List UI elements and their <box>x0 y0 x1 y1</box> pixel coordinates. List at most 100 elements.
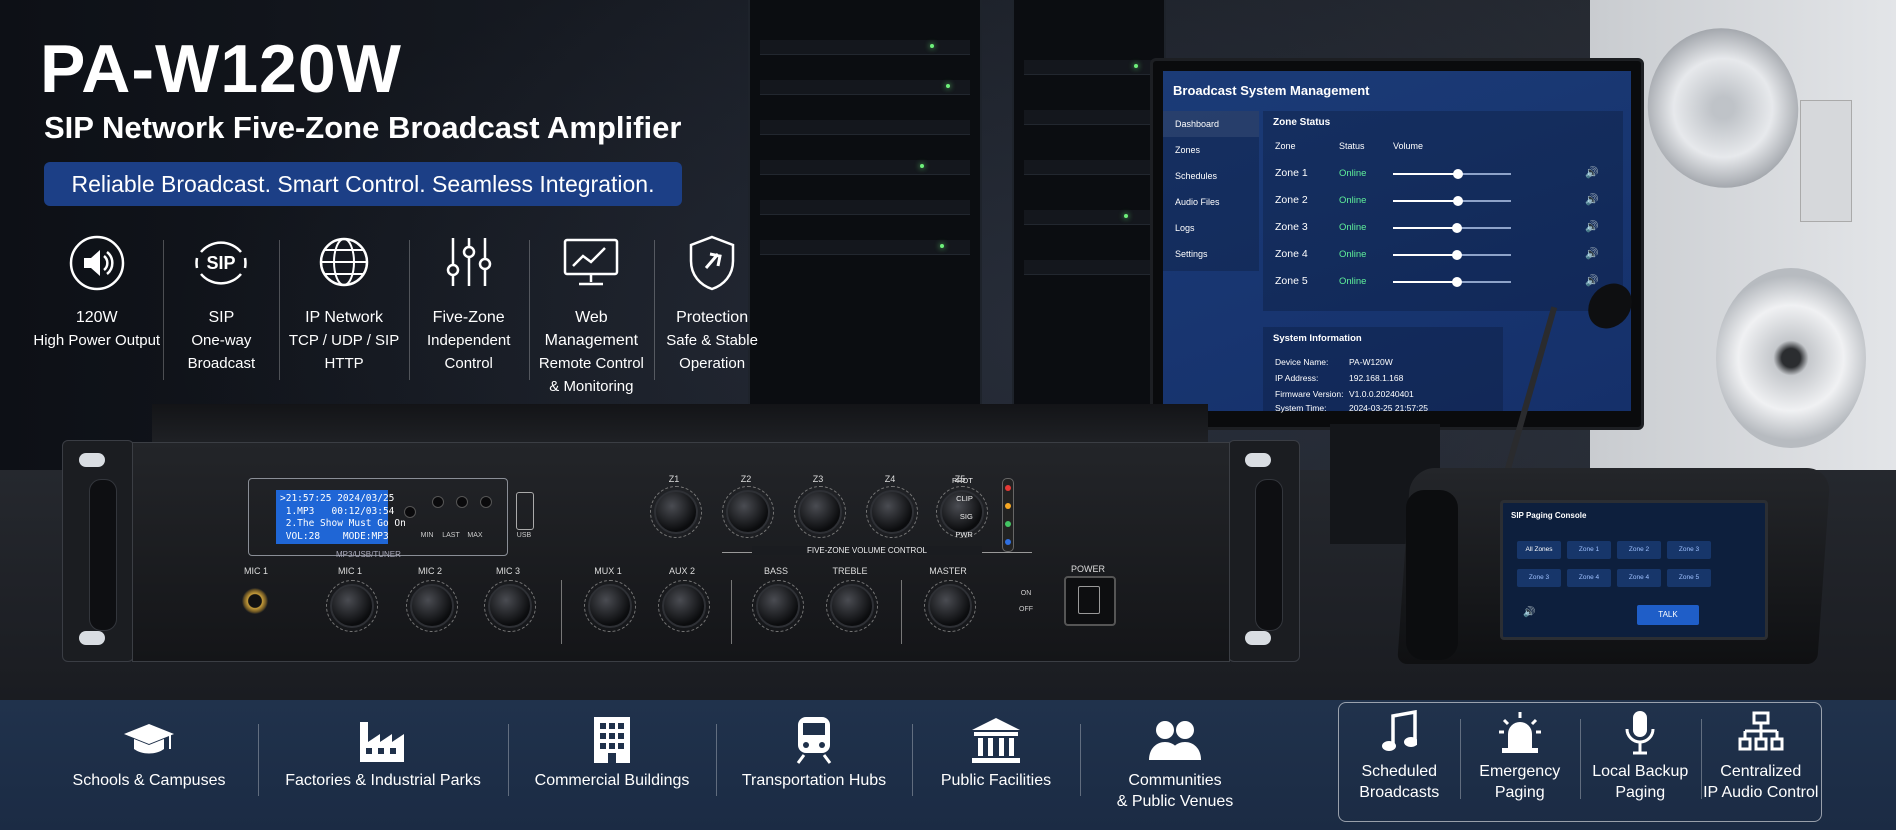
media-button[interactable] <box>404 506 416 518</box>
volume-slider[interactable] <box>1393 277 1511 287</box>
speaker-icon[interactable]: 🔊 <box>1585 247 1599 260</box>
nav-settings[interactable]: Settings <box>1163 241 1259 267</box>
feature-zones-title: Five-Zone <box>432 309 505 326</box>
function-item: Centralized IP Audio Control <box>1700 703 1822 821</box>
function-label: Paging <box>1615 784 1666 801</box>
zone-knob-label: Z4 <box>884 474 896 484</box>
zone-knob-label: Z3 <box>812 474 824 484</box>
lcd-line: 2.The Show Must Go On <box>280 518 406 529</box>
volume-icon[interactable]: 🔊 <box>1523 607 1535 618</box>
mic-1-knob[interactable] <box>326 580 378 632</box>
music-note-icon <box>1339 703 1460 761</box>
indicator-label: CLIP <box>956 494 973 503</box>
feature-web-title: Web Management <box>544 309 639 349</box>
input-knob-label: BASS <box>763 566 788 576</box>
sys-label: IP Address: <box>1275 373 1319 383</box>
shield-icon <box>654 234 770 296</box>
speaker-icon[interactable]: 🔊 <box>1585 166 1599 179</box>
volume-fill <box>1393 254 1457 256</box>
feature-protection-desc2: Operation <box>679 355 746 372</box>
server-rack <box>1012 0 1166 420</box>
mic-input-jack[interactable] <box>242 588 268 614</box>
console-zone-button[interactable]: Zone 3 <box>1667 541 1711 559</box>
tagline-text: Reliable Broadcast. Smart Control. Seaml… <box>71 170 655 197</box>
nav-logs[interactable]: Logs <box>1163 215 1259 241</box>
network-tree-icon <box>1701 703 1822 761</box>
microphone-icon <box>1580 703 1701 761</box>
feature-list: 120W High Power Output SIP SIP One-way B… <box>30 234 770 395</box>
mic-jack-label: MIC 1 <box>243 566 268 576</box>
power-switch[interactable] <box>1064 576 1116 626</box>
input-knob-label: TREBLE <box>832 566 868 576</box>
console-title: SIP Paging Console <box>1511 511 1587 520</box>
speaker-icon[interactable]: 🔊 <box>1585 220 1599 233</box>
pwr-led <box>1005 539 1011 545</box>
media-button[interactable] <box>432 496 444 508</box>
volume-thumb[interactable] <box>1451 277 1462 287</box>
volume-slider[interactable] <box>1393 223 1511 233</box>
console-zone-button[interactable]: Zone 3 <box>1517 569 1561 587</box>
zone-1-knob[interactable] <box>650 486 702 538</box>
zone-3-knob[interactable] <box>794 486 846 538</box>
master-knob[interactable] <box>924 580 976 632</box>
col-volume: Volume <box>1393 141 1424 151</box>
sys-value: V1.0.0.20240401 <box>1349 389 1414 399</box>
media-button[interactable] <box>480 496 492 508</box>
talk-button[interactable]: TALK <box>1637 605 1699 625</box>
application-label: & Public Venues <box>1116 793 1234 810</box>
volume-thumb[interactable] <box>1451 223 1462 233</box>
zone-bar-label: FIVE-ZONE VOLUME CONTROL <box>752 546 982 555</box>
volume-fill <box>1393 281 1457 283</box>
console-zone-button[interactable]: Zone 5 <box>1667 569 1711 587</box>
divider <box>731 580 732 644</box>
usb-port[interactable] <box>516 492 534 530</box>
volume-slider[interactable] <box>1393 169 1511 179</box>
speaker-mount <box>1800 100 1852 222</box>
feature-sip: SIP SIP One-way Broadcast <box>163 234 279 384</box>
nav-zones[interactable]: Zones <box>1163 137 1259 163</box>
mic-3-knob[interactable] <box>484 580 536 632</box>
mic-2-knob[interactable] <box>406 580 458 632</box>
speaker-icon[interactable]: 🔊 <box>1585 193 1599 206</box>
sig-led <box>1005 521 1011 527</box>
zone-2-knob[interactable] <box>722 486 774 538</box>
console-zone-button[interactable]: Zone 2 <box>1617 541 1661 559</box>
zone-knob-label: Z1 <box>668 474 680 484</box>
feature-protection: Protection Safe & Stable Operation <box>654 234 770 384</box>
application-item: Factories & Industrial Parks <box>258 710 508 820</box>
zone-status: Online <box>1339 249 1367 260</box>
console-zone-button[interactable]: Zone 1 <box>1567 541 1611 559</box>
volume-slider[interactable] <box>1393 196 1511 206</box>
application-label: Commercial Buildings <box>534 772 690 789</box>
treble-knob[interactable] <box>826 580 878 632</box>
feature-zones-desc1: Independent <box>426 332 511 349</box>
divider <box>561 580 562 644</box>
volume-thumb[interactable] <box>1452 196 1463 206</box>
speaker-icon[interactable]: 🔊 <box>1585 274 1599 287</box>
console-touchscreen: SIP Paging Console All Zones Zone 1 Zone… <box>1500 500 1768 640</box>
feature-sip-desc2: Broadcast <box>187 355 256 372</box>
zone-status: Online <box>1339 168 1367 179</box>
product-title: PA-W120W <box>40 31 402 107</box>
amp-top <box>152 404 1208 444</box>
console-zone-button[interactable]: Zone 4 <box>1617 569 1661 587</box>
mux-1-knob[interactable] <box>584 580 636 632</box>
volume-slider[interactable] <box>1393 250 1511 260</box>
volume-thumb[interactable] <box>1452 169 1463 179</box>
input-knob-label: MIC 1 <box>337 566 362 576</box>
console-zone-button[interactable]: All Zones <box>1517 541 1561 559</box>
input-knob-label: MASTER <box>929 566 967 576</box>
console-zone-button[interactable]: Zone 4 <box>1567 569 1611 587</box>
media-button[interactable] <box>456 496 468 508</box>
product-subtitle: SIP Network Five-Zone Broadcast Amplifie… <box>44 110 682 145</box>
nav-audio-files[interactable]: Audio Files <box>1163 189 1259 215</box>
nav-dashboard[interactable]: Dashboard <box>1163 111 1259 137</box>
feature-power-desc: High Power Output <box>33 332 161 349</box>
nav-schedules[interactable]: Schedules <box>1163 163 1259 189</box>
function-label: Centralized <box>1720 763 1802 780</box>
zone-4-knob[interactable] <box>866 486 918 538</box>
aux-2-knob[interactable] <box>658 580 710 632</box>
bass-knob[interactable] <box>752 580 804 632</box>
sys-label: Firmware Version: <box>1275 389 1344 399</box>
volume-thumb[interactable] <box>1451 250 1462 260</box>
